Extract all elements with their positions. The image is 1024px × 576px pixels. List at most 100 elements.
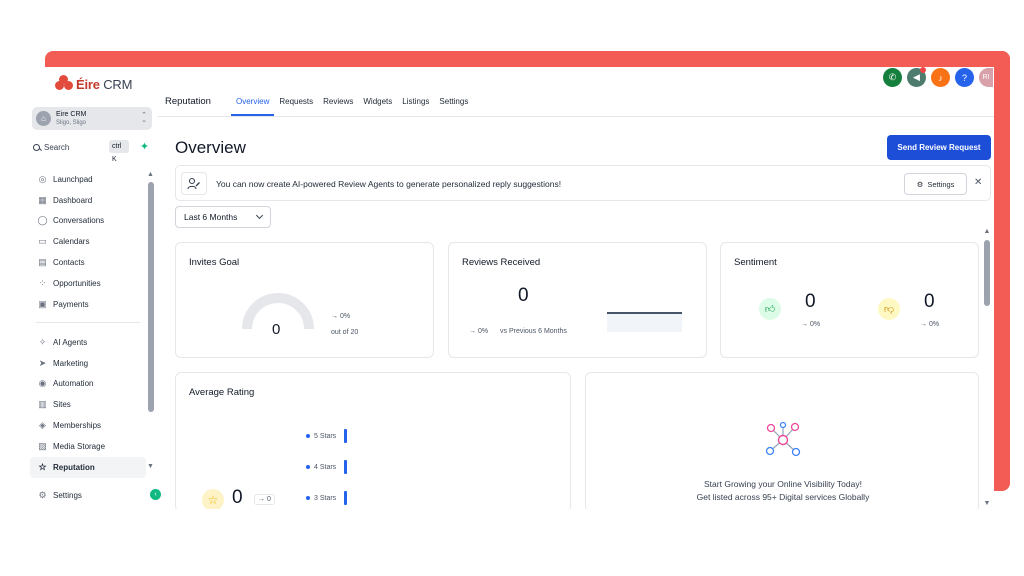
scrollbar-thumb[interactable] bbox=[147, 182, 154, 412]
positive-change: → 0% bbox=[801, 321, 821, 328]
contacts-icon: ▤ bbox=[38, 257, 47, 268]
reviews-received-card: Reviews Received 0 → 0% vs Previous 6 Mo… bbox=[448, 242, 707, 358]
sidebar-item-media-storage[interactable]: ▨ Media Storage bbox=[30, 436, 146, 457]
megaphone-icon[interactable]: ◀ bbox=[907, 67, 926, 87]
top-bar: Reputation Overview Requests Reviews Wid… bbox=[158, 67, 994, 117]
average-rating-card: Average Rating ☆ 0 → 0 5 Stars 4 Stars 3… bbox=[175, 372, 571, 509]
logo-text: Éire bbox=[76, 76, 100, 92]
sidebar-item-label: Reputation bbox=[53, 462, 95, 472]
gear-icon: ⚙ bbox=[916, 179, 924, 189]
date-range-value: Last 6 Months bbox=[184, 212, 238, 222]
tab-overview[interactable]: Overview bbox=[231, 97, 275, 116]
search-shortcut: ctrl K bbox=[109, 140, 129, 163]
promo-subtext: Get listed across 95+ Digital services G… bbox=[696, 492, 870, 502]
sidebar-item-dashboard[interactable]: ▦ Dashboard bbox=[30, 190, 146, 211]
sidebar-scrollbar[interactable]: ▲ ▼ bbox=[147, 171, 154, 471]
app-window: Éire CRM ⌂ Eire CRM Sligo, Sligo ⌃ ⌄ Sear… bbox=[30, 67, 994, 509]
sidebar-item-label: Dashboard bbox=[53, 195, 93, 205]
sidebar-item-label: Calendars bbox=[53, 237, 90, 247]
tab-reviews[interactable]: Reviews bbox=[318, 97, 358, 116]
sidebar-item-memberships[interactable]: ◈ Memberships bbox=[30, 415, 146, 436]
tab-listings[interactable]: Listings bbox=[397, 97, 434, 116]
sidebar-item-label: Automation bbox=[53, 379, 94, 389]
page-title: Overview bbox=[175, 138, 246, 157]
sidebar-item-contacts[interactable]: ▤ Contacts bbox=[30, 252, 146, 273]
bell-icon[interactable]: ♪ bbox=[931, 68, 950, 87]
sidebar-item-label: Conversations bbox=[53, 216, 105, 226]
positive-value: 0 bbox=[805, 291, 816, 312]
launchpad-icon: ◎ bbox=[38, 173, 47, 184]
sidebar-item-ai-agents[interactable]: ✧ AI Agents bbox=[30, 332, 146, 353]
scroll-down-icon[interactable]: ▼ bbox=[983, 500, 991, 507]
account-switcher[interactable]: ⌂ Eire CRM Sligo, Sligo ⌃ ⌄ bbox=[32, 107, 152, 130]
scroll-down-icon[interactable]: ▼ bbox=[147, 463, 154, 470]
sidebar-item-sites[interactable]: ▥ Sites bbox=[30, 394, 146, 415]
invites-change: → 0% bbox=[331, 313, 351, 320]
help-icon[interactable]: ? bbox=[955, 68, 974, 87]
ai-agents-icon: ✧ bbox=[38, 336, 47, 347]
logo[interactable]: Éire CRM bbox=[55, 75, 132, 93]
reviews-value: 0 bbox=[518, 285, 529, 306]
main-scrollbar[interactable]: ▲ ▼ bbox=[983, 228, 991, 508]
sidebar-item-launchpad[interactable]: ◎ Launchpad bbox=[30, 169, 146, 190]
scroll-up-icon[interactable]: ▲ bbox=[147, 171, 154, 179]
reviews-change: → 0% bbox=[469, 328, 489, 335]
phone-icon[interactable]: ✆ bbox=[883, 68, 902, 87]
invites-value: 0 bbox=[272, 321, 281, 338]
sidebar-item-automation[interactable]: ◉ Automation bbox=[30, 374, 146, 395]
memberships-icon: ◈ bbox=[39, 420, 46, 431]
sidebar-nav-primary: ◎ Launchpad ▦ Dashboard ◯ Conversations ▭ Ca… bbox=[30, 169, 146, 315]
quick-action-icon[interactable]: ✦ bbox=[138, 141, 151, 154]
send-review-request-button[interactable]: Send Review Request bbox=[887, 135, 991, 160]
close-icon[interactable]: ✕ bbox=[974, 177, 982, 188]
account-location: Sligo, Sligo bbox=[56, 119, 87, 126]
avatar-initials: RI bbox=[982, 74, 990, 81]
date-range-select[interactable]: Last 6 Months bbox=[175, 206, 271, 228]
tab-widgets[interactable]: Widgets bbox=[358, 97, 397, 116]
listings-promo-card: Start Growing your Online Visibility Tod… bbox=[585, 372, 979, 509]
network-icon bbox=[764, 421, 802, 464]
star-icon: ☆ bbox=[202, 489, 224, 509]
calendar-icon: ▭ bbox=[38, 236, 47, 247]
media-icon: ▨ bbox=[38, 440, 47, 451]
tab-settings[interactable]: Settings bbox=[434, 97, 473, 116]
sidebar-item-calendars[interactable]: ▭ Calendars bbox=[30, 231, 146, 252]
sidebar-item-conversations[interactable]: ◯ Conversations bbox=[30, 211, 146, 232]
sidebar-item-label: Sites bbox=[53, 400, 71, 410]
sidebar: Éire CRM ⌂ Eire CRM Sligo, Sligo ⌃ ⌄ Sear… bbox=[30, 67, 161, 509]
sidebar-item-payments[interactable]: ▣ Payments bbox=[30, 294, 146, 315]
search-icon bbox=[33, 143, 40, 151]
rating-change: → 0 bbox=[254, 494, 275, 505]
sidebar-item-label: Memberships bbox=[53, 421, 102, 431]
sidebar-item-label: Payments bbox=[53, 299, 89, 309]
sidebar-item-marketing[interactable]: ➤ Marketing bbox=[30, 353, 146, 374]
rating-row-label: 5 Stars bbox=[314, 432, 337, 440]
banner-settings-label: Settings bbox=[927, 179, 955, 189]
banner-text: You can now create AI-powered Review Age… bbox=[216, 179, 562, 189]
announcement-banner: You can now create AI-powered Review Age… bbox=[175, 165, 991, 201]
dashboard-icon: ▦ bbox=[38, 194, 47, 205]
chevron-updown-icon: ⌃ ⌄ bbox=[141, 112, 147, 124]
chevron-down-icon bbox=[255, 211, 264, 220]
invites-goal-card: Invites Goal 0 → 0% out of 20 bbox=[175, 242, 434, 358]
main-content: Overview Send Review Request You can now… bbox=[158, 118, 994, 509]
location-icon: ⌂ bbox=[36, 111, 51, 126]
frame-accent-top bbox=[45, 51, 1010, 67]
reviews-sparkline bbox=[607, 312, 682, 314]
sidebar-item-label: Settings bbox=[53, 490, 82, 500]
header-actions: ✆ ◀ ♪ ? RI bbox=[883, 67, 993, 87]
sidebar-item-label: Contacts bbox=[53, 258, 85, 268]
send-icon: ➤ bbox=[38, 357, 47, 368]
sidebar-item-label: Launchpad bbox=[53, 174, 93, 184]
search-input[interactable]: Search ctrl K bbox=[33, 140, 129, 163]
scrollbar-thumb[interactable] bbox=[984, 240, 990, 306]
avatar[interactable]: RI bbox=[979, 68, 993, 87]
sidebar-item-opportunities[interactable]: ⁘ Opportunities bbox=[30, 273, 146, 294]
sidebar-item-settings[interactable]: ⚙ Settings ‹ bbox=[30, 485, 161, 505]
user-edit-icon bbox=[181, 172, 207, 195]
sidebar-item-label: Marketing bbox=[53, 358, 89, 368]
banner-settings-button[interactable]: ⚙ Settings bbox=[904, 173, 967, 195]
tab-requests[interactable]: Requests bbox=[274, 97, 318, 116]
scroll-up-icon[interactable]: ▲ bbox=[983, 228, 991, 236]
sidebar-item-reputation[interactable]: ☆ Reputation bbox=[30, 456, 146, 478]
